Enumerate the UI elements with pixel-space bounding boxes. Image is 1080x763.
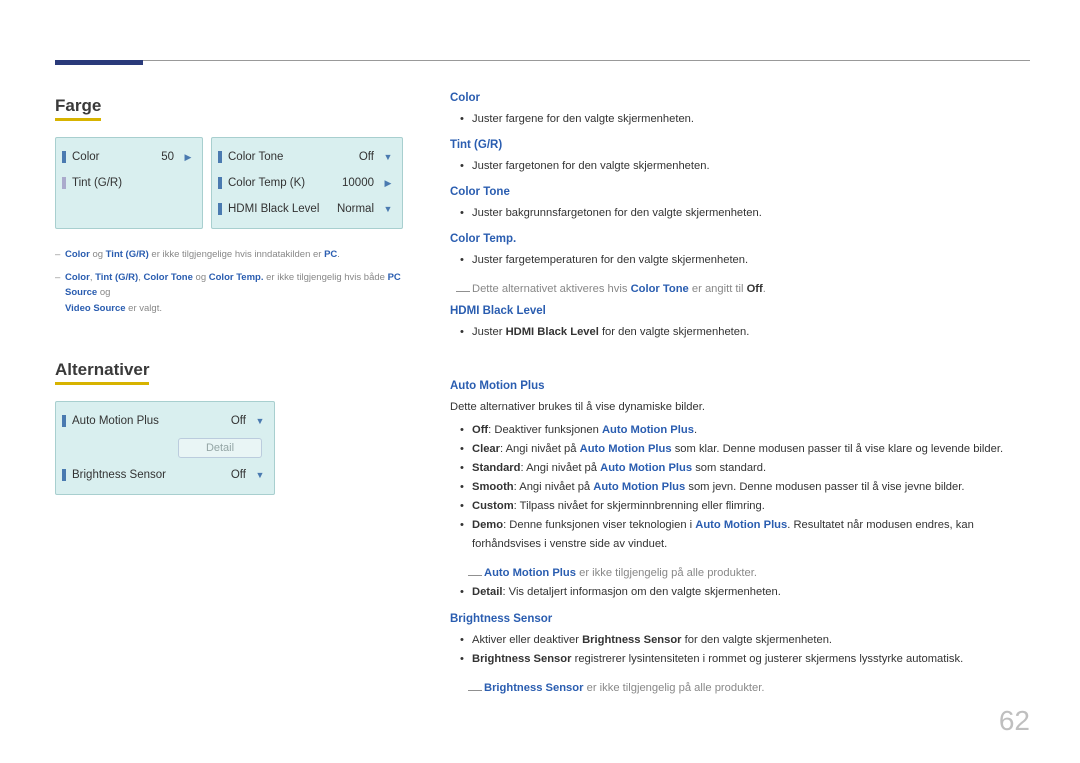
section-heading-farge: Farge	[55, 96, 101, 121]
row-hdmi-black[interactable]: HDMI Black Level Normal ▼	[218, 196, 396, 222]
item-hdmi: Juster HDMI Black Level for den valgte s…	[450, 323, 1030, 342]
top-rule	[55, 60, 1030, 61]
right-column: Color Juster fargene for den valgte skje…	[450, 86, 1030, 698]
list-amp: Off: Deaktiver funksjonen Auto Motion Pl…	[450, 421, 1030, 554]
head-amp: Auto Motion Plus	[450, 380, 1030, 392]
head-bs: Brightness Sensor	[450, 613, 1030, 625]
amp-intro: Dette alternativer brukes til å vise dyn…	[450, 398, 1030, 417]
row-bar	[218, 177, 222, 189]
head-tint: Tint (G/R)	[450, 139, 1030, 151]
item-tone: Juster bakgrunnsfargetonen for den valgt…	[450, 204, 1030, 223]
item-temp: Juster fargetemperaturen for den valgte …	[450, 251, 1030, 270]
row-tempk-label: Color Temp (K)	[228, 177, 326, 189]
alternativer-panel: Auto Motion Plus Off ▼ Detail Brightness…	[55, 401, 410, 495]
row-bar	[62, 151, 66, 163]
row-hdmi-label: HDMI Black Level	[228, 203, 326, 215]
row-hdmi-value: Normal	[326, 203, 380, 215]
head-color: Color	[450, 92, 1030, 104]
list-tint: Juster fargetonen for den valgte skjerme…	[450, 157, 1030, 176]
item-amp-smooth: Smooth: Angi nivået på Auto Motion Plus …	[450, 478, 1030, 497]
left-column: Farge Color 50 ▶ Tint (G/R)	[55, 86, 410, 698]
head-hdmi: HDMI Black Level	[450, 305, 1030, 317]
list-hdmi: Juster HDMI Black Level for den valgte s…	[450, 323, 1030, 342]
item-amp-custom: Custom: Tilpass nivået for skjerminnbren…	[450, 497, 1030, 516]
footnote-1: Color og Tint (G/R) er ikke tilgjengelig…	[55, 247, 410, 262]
row-amp-value: Off	[198, 415, 252, 427]
chevron-down-icon[interactable]: ▼	[380, 149, 396, 165]
note-bs: ― Brightness Sensor er ikke tilgjengelig…	[450, 679, 1030, 698]
note-temp: ― Dette alternativet aktiveres hvis Colo…	[450, 280, 1030, 299]
chevron-down-icon[interactable]: ▼	[380, 201, 396, 217]
list-amp-detail: Detail: Vis detaljert informasjon om den…	[450, 583, 1030, 602]
item-tint: Juster fargetonen for den valgte skjerme…	[450, 157, 1030, 176]
row-bar	[218, 203, 222, 215]
row-color[interactable]: Color 50 ▶	[62, 144, 196, 170]
list-tone: Juster bakgrunnsfargetonen for den valgt…	[450, 204, 1030, 223]
page-number: 62	[999, 705, 1030, 737]
footnote-2: Color, Tint (G/R), Color Tone og Color T…	[55, 270, 410, 316]
row-color-label: Color	[72, 151, 126, 163]
row-brightness-sensor[interactable]: Brightness Sensor Off ▼	[62, 462, 268, 488]
chevron-down-icon[interactable]: ▼	[252, 413, 268, 429]
farge-box-right: Color Tone Off ▼ Color Temp (K) 10000 ▶ …	[211, 137, 403, 229]
farge-box-left: Color 50 ▶ Tint (G/R)	[55, 137, 203, 229]
list-temp: Juster fargetemperaturen for den valgte …	[450, 251, 1030, 270]
row-bs-label: Brightness Sensor	[72, 469, 198, 481]
fn-pc: PC	[324, 249, 337, 260]
row-amp-label: Auto Motion Plus	[72, 415, 198, 427]
arrow-right-icon[interactable]: ▶	[380, 175, 396, 191]
section-heading-alternativer: Alternativer	[55, 360, 149, 385]
row-bar	[62, 177, 66, 189]
alt-box: Auto Motion Plus Off ▼ Detail Brightness…	[55, 401, 275, 495]
item-bs-1: Aktiver eller deaktiver Brightness Senso…	[450, 631, 1030, 650]
item-bs-2: Brightness Sensor registrerer lysintensi…	[450, 650, 1030, 669]
accent-bar	[55, 60, 143, 65]
arrow-icon	[180, 175, 196, 191]
item-amp-off: Off: Deaktiver funksjonen Auto Motion Pl…	[450, 421, 1030, 440]
page-layout: Farge Color 50 ▶ Tint (G/R)	[55, 86, 1030, 698]
item-color: Juster fargene for den valgte skjermenhe…	[450, 110, 1030, 129]
arrow-right-icon[interactable]: ▶	[180, 149, 196, 165]
detail-button[interactable]: Detail	[178, 438, 262, 458]
fn-tint: Tint (G/R)	[106, 249, 149, 260]
row-tint: Tint (G/R)	[62, 170, 196, 196]
row-tempk-value: 10000	[326, 177, 380, 189]
fn-color: Color	[65, 249, 90, 260]
row-color-tone[interactable]: Color Tone Off ▼	[218, 144, 396, 170]
row-bar	[218, 151, 222, 163]
item-amp-detail: Detail: Vis detaljert informasjon om den…	[450, 583, 1030, 602]
dash-icon: ―	[456, 279, 470, 303]
row-bs-value: Off	[198, 469, 252, 481]
row-bar	[62, 415, 66, 427]
note-amp: ― Auto Motion Plus er ikke tilgjengelig …	[450, 564, 1030, 583]
row-tone-value: Off	[326, 151, 380, 163]
list-color: Juster fargene for den valgte skjermenhe…	[450, 110, 1030, 129]
farge-panel: Color 50 ▶ Tint (G/R) Color Tone Off ▼	[55, 137, 410, 229]
row-color-temp[interactable]: Color Temp (K) 10000 ▶	[218, 170, 396, 196]
item-amp-demo: Demo: Denne funksjonen viser teknologien…	[450, 516, 1030, 554]
row-tint-label: Tint (G/R)	[72, 177, 126, 189]
row-auto-motion[interactable]: Auto Motion Plus Off ▼	[62, 408, 268, 434]
list-bs: Aktiver eller deaktiver Brightness Senso…	[450, 631, 1030, 669]
head-temp: Color Temp.	[450, 233, 1030, 245]
row-bar	[62, 469, 66, 481]
item-amp-clear: Clear: Angi nivået på Auto Motion Plus s…	[450, 440, 1030, 459]
row-color-value: 50	[126, 151, 180, 163]
chevron-down-icon[interactable]: ▼	[252, 467, 268, 483]
dash-icon: ―	[468, 678, 482, 702]
head-tone: Color Tone	[450, 186, 1030, 198]
item-amp-std: Standard: Angi nivået på Auto Motion Plu…	[450, 459, 1030, 478]
row-tone-label: Color Tone	[228, 151, 326, 163]
